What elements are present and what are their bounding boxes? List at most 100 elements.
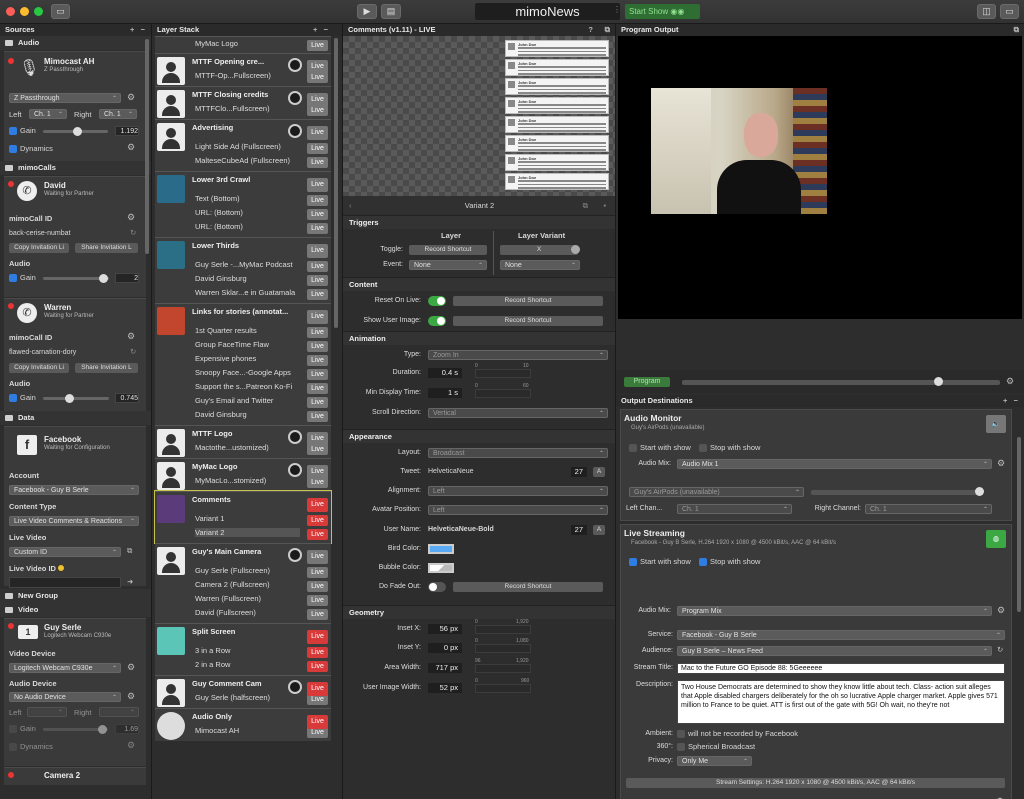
layer-variant[interactable]: David (Fullscreen) (195, 608, 256, 617)
layer-variant[interactable]: Guy Serle -...MyMac Podcast (195, 260, 293, 269)
layer-live-button[interactable]: Live (307, 432, 328, 446)
animation-type-select[interactable]: Zoom In (428, 350, 608, 361)
layer-variant[interactable]: Snoopy Face...-Google Apps (195, 368, 291, 377)
variant-live-button[interactable]: Live (307, 223, 328, 234)
variant-live-button[interactable]: Live (307, 261, 328, 272)
variant-live-button[interactable]: Live (307, 515, 328, 526)
layer-live-button[interactable]: Live (307, 465, 328, 479)
variant-live-button[interactable]: Live (307, 661, 328, 672)
layer-variant[interactable]: Mimocast AH (195, 726, 239, 735)
transition-slider[interactable] (682, 377, 1000, 386)
opacity-knob[interactable] (288, 680, 302, 694)
tweet-font-button[interactable]: A (593, 467, 605, 477)
left-channel-select[interactable] (27, 707, 67, 718)
audio-mix-select[interactable]: Audio Mix 1 (677, 459, 992, 470)
source-warren[interactable]: ✆ Warren Waiting for Partner mimoCall ID… (4, 298, 146, 411)
sidebar-toggle-button[interactable]: ▭ (51, 4, 70, 19)
left-channel-select[interactable]: Ch. 1 (677, 504, 792, 515)
user-image-width-field[interactable]: 52 px (428, 683, 462, 693)
variant-live-button[interactable]: Live (307, 195, 328, 206)
area-width-field[interactable]: 717 px (428, 663, 462, 673)
variant-live-button[interactable]: Live (307, 275, 328, 286)
zoom-window-button[interactable] (34, 7, 43, 16)
speaker-toggle-button[interactable]: 🔈 (986, 415, 1006, 433)
opacity-knob[interactable] (288, 463, 302, 477)
show-user-image-toggle[interactable] (428, 316, 446, 326)
layer-variant[interactable]: Variant 2 (195, 528, 300, 537)
opacity-knob[interactable] (288, 430, 302, 444)
duration-scale[interactable] (475, 369, 531, 378)
layer-live-button[interactable]: Live (307, 715, 328, 729)
layer-live-button[interactable]: Live (307, 126, 328, 140)
refresh-icon[interactable]: ↻ (997, 645, 1003, 654)
left-channel-select[interactable]: Ch. 1 (29, 109, 67, 120)
layer-variant[interactable]: Light Side Ad (Fullscreen) (195, 142, 281, 151)
privacy-select[interactable]: Only Me (677, 756, 752, 767)
live-streaming-card[interactable]: Live Streaming Facebook - Guy B Serle, H… (620, 524, 1012, 799)
right-channel-select[interactable]: Ch. 1 (99, 109, 137, 120)
layer-variant[interactable]: Support the s...Patreon Ko-Fi (195, 382, 292, 391)
layer-6[interactable]: Links for stories (annotat... 1st Quarter… (155, 303, 331, 425)
variant-live-button[interactable]: Live (307, 529, 328, 540)
record-layout-button[interactable]: ▤ (381, 4, 401, 19)
user-image-width-scale[interactable] (475, 684, 531, 693)
variant-live-button[interactable]: Live (307, 581, 328, 592)
layer-11[interactable]: Split Screen 3 in a Row Live 2 in a Row Live… (155, 623, 331, 675)
bubble-color-well[interactable] (428, 563, 454, 573)
live-video-id-field[interactable] (9, 577, 121, 588)
variant-live-button[interactable]: Live (307, 647, 328, 658)
content-type-select[interactable]: Live Video Comments & Reactions (9, 516, 139, 527)
layer-variant[interactable]: MTTF-Op...Fullscreen) (195, 71, 271, 80)
source-guy-serle[interactable]: 1 Guy Serle Logitech Webcam C930e Video … (4, 618, 146, 766)
layer-variant[interactable]: 2 in a Row (195, 660, 230, 669)
layer-live-button[interactable]: Live (307, 498, 328, 512)
layer-4[interactable]: Lower 3rd Crawl Text (Bottom) Live URL: (Bo… (155, 171, 331, 237)
variant-event-select[interactable]: None (500, 260, 580, 271)
copy-invitation-button[interactable]: Copy Invitation Li (9, 243, 69, 253)
reset-on-live-toggle[interactable] (428, 296, 446, 306)
sources-add-remove[interactable]: + − (130, 24, 145, 36)
fade-record-shortcut[interactable]: Record Shortcut (453, 582, 603, 592)
layer-1[interactable]: MTTF Opening cre... MTTF-Op...Fullscreen)… (155, 53, 331, 86)
variant-live-button[interactable]: Live (307, 209, 328, 220)
dynamics-checkbox[interactable] (9, 145, 17, 154)
audio-device-select[interactable]: No Audio Device (9, 692, 121, 703)
group-audio[interactable]: Audio (0, 36, 151, 50)
layer-variant[interactable]: Warren (Fullscreen) (195, 594, 261, 603)
audience-select[interactable]: Guy B Serle – News Feed (677, 646, 992, 657)
avatar-position-select[interactable]: Left (428, 505, 608, 516)
copy-icon[interactable]: ⧉ (127, 546, 132, 556)
gear-icon[interactable]: ⚙ (997, 605, 1005, 616)
audio-monitor-card[interactable]: Audio Monitor Guy's AirPods (unavailable… (620, 409, 1012, 521)
variant-live-button[interactable]: Live (307, 411, 328, 422)
min-display-scale[interactable] (475, 389, 531, 398)
stream-settings-button[interactable]: Stream Settings: H.264 1920 x 1080 @ 450… (626, 778, 1005, 788)
service-select[interactable]: Facebook - Guy B Serle (677, 630, 1005, 641)
layer-0[interactable]: MyMac LogoLiveLive (155, 36, 331, 53)
layer-live-button[interactable]: Live (307, 60, 328, 74)
bird-color-well[interactable] (428, 544, 454, 554)
layer-live-button[interactable]: Live (307, 93, 328, 107)
refresh-icon[interactable]: ↻ (130, 347, 136, 356)
gain-value-field[interactable]: 1.69 (115, 724, 139, 734)
alignment-select[interactable]: Left (428, 486, 608, 497)
variant-live-button[interactable]: Live (307, 609, 328, 620)
group-new[interactable]: New Group (0, 589, 151, 603)
variant-live-button[interactable]: Live (307, 157, 328, 168)
layer-variant[interactable]: Expensive phones (195, 354, 256, 363)
fade-out-toggle[interactable] (428, 582, 446, 592)
layer-10[interactable]: Guy's Main Camera Guy Serle (Fullscreen) L… (155, 543, 331, 623)
preview-button[interactable]: ▶ (357, 4, 377, 19)
layer-variant[interactable]: Variant 1 (195, 514, 224, 523)
refresh-icon[interactable]: ↻ (130, 228, 136, 237)
source-facebook[interactable]: f Facebook Waiting for Configuration Acc… (4, 426, 146, 588)
live-video-select[interactable]: Custom ID (9, 547, 121, 558)
layer-2[interactable]: MTTF Closing credits MTTFClo...Fullscreen… (155, 86, 331, 119)
layer-event-select[interactable]: None (409, 260, 487, 271)
layer-variant[interactable]: Guy Serle (halfscreen) (195, 693, 270, 702)
layer-live-button[interactable]: Live (307, 682, 328, 696)
gear-icon[interactable]: ⚙ (127, 691, 135, 702)
source-mimocast[interactable]: 🎙 Mimocast AH Z Passthrough Z Passthroug… (4, 51, 146, 161)
layer-variant[interactable]: MalteseCubeAd (Fullscreen) (195, 156, 290, 165)
layers-add-remove[interactable]: + − (313, 24, 328, 36)
